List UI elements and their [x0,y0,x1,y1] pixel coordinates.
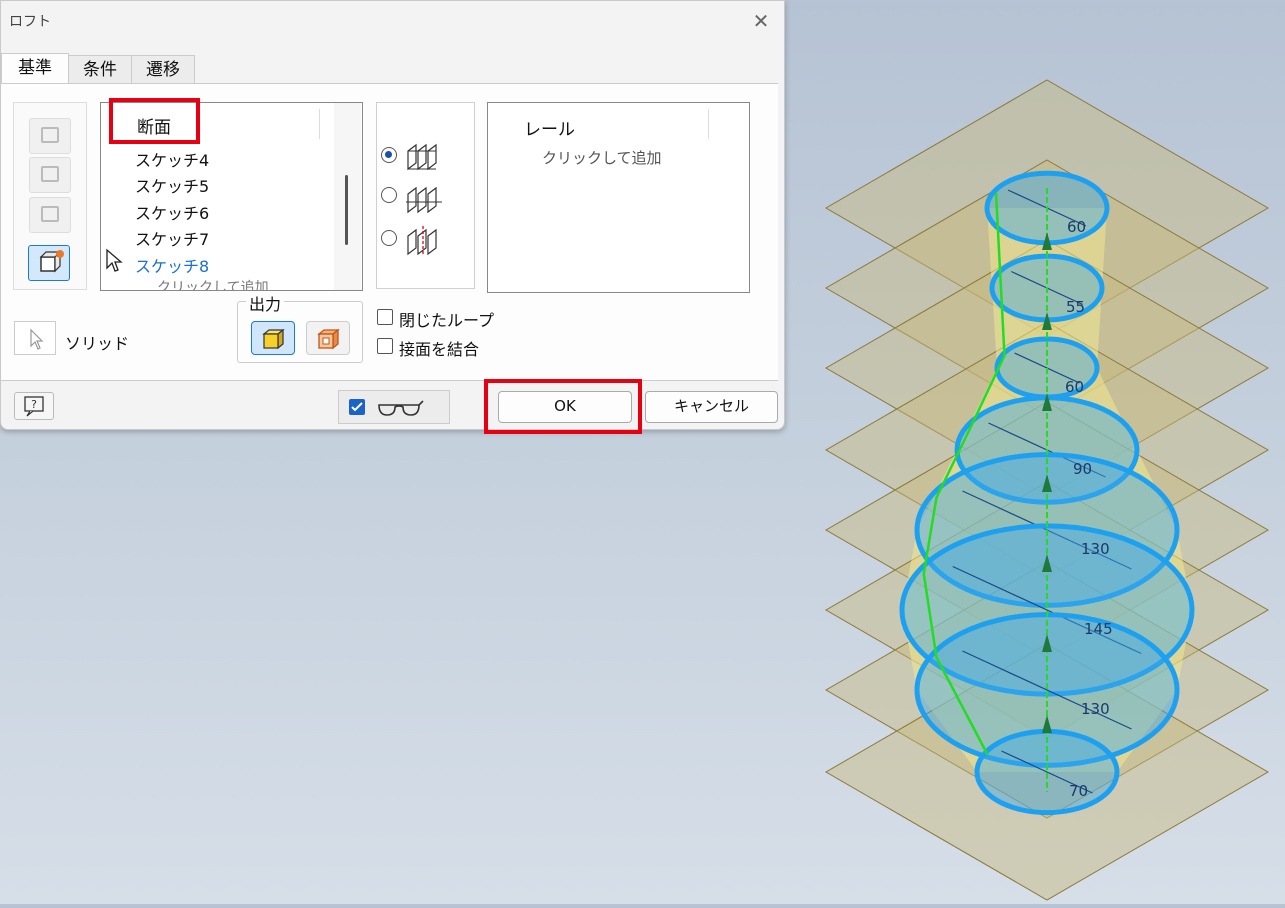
rails-add-hint[interactable]: クリックして追加 [542,147,662,168]
dimension-label: 130 [1081,540,1110,558]
tab-basis[interactable]: 基準 [1,53,69,84]
remove-icon [41,206,59,222]
help-button[interactable]: ? [14,392,54,420]
help-icon: ? [24,396,44,417]
dimension-label: 90 [1073,460,1092,478]
mode-centerline-radio[interactable] [381,230,397,246]
surface-output-icon [317,328,340,350]
list-item[interactable]: スケッチ7 [135,226,209,250]
ok-button-highlight [484,379,642,434]
move-up-button[interactable] [29,118,71,154]
move-down-icon [41,166,59,182]
scroll-thumb[interactable] [345,175,348,245]
solid-select-button[interactable] [14,321,56,355]
rails-list[interactable]: レール クリックして追加 [487,102,750,293]
mode-rails-radio[interactable] [381,187,397,203]
rails-header: レール [524,120,575,140]
mode-sections-radio[interactable] [381,147,397,163]
dimension-label: 70 [1069,782,1088,800]
sections-icon [407,143,437,171]
merge-tangent-checkbox[interactable] [377,338,393,354]
pointer-icon [30,328,44,350]
dialog-title: ロフト [9,14,51,30]
closed-loop-checkbox[interactable] [377,309,393,325]
output-solid-button[interactable] [251,321,295,355]
merge-tangent-label: 接面を結合 [399,340,480,359]
output-surface-button[interactable] [306,321,350,355]
solid-label: ソリッド [65,334,130,353]
list-item[interactable]: スケッチ8 [135,253,209,277]
move-up-icon [41,127,59,143]
svg-text:?: ? [31,398,37,411]
list-item[interactable]: スケッチ6 [135,200,209,224]
tab-transition[interactable]: 遷移 [131,55,195,84]
list-item[interactable]: スケッチ5 [135,173,209,197]
title-bar: ロフト ✕ [1,1,784,43]
check-icon [351,402,363,412]
cancel-button[interactable]: キャンセル [645,391,778,423]
center-line-icon [407,226,437,256]
add-section-icon [39,250,64,273]
loft-dialog: ロフト ✕ 基準 条件 遷移 断面 スケッチ4 スケッチ5 スケッチ6 スケッチ… [0,0,785,434]
dimension-label: 55 [1066,298,1085,316]
remove-section-button[interactable] [29,197,71,233]
dimension-label: 60 [1065,378,1084,396]
section-header-highlight [109,98,200,144]
tab-conditions[interactable]: 条件 [68,55,132,84]
add-section-button[interactable] [28,245,70,281]
sections-scrollbar[interactable] [334,103,361,290]
rails-icon [406,186,442,214]
preview-toggle[interactable] [338,390,450,424]
closed-loop-label: 閉じたループ [399,311,495,330]
glasses-icon [378,400,424,416]
dimension-label: 130 [1081,700,1110,718]
output-label: 出力 [246,291,285,315]
sections-add-hint[interactable]: クリックして追加 [157,277,269,290]
solid-output-icon [262,328,285,350]
mouse-cursor-icon [106,248,123,272]
dimension-label: 145 [1084,620,1113,638]
dimension-label: 60 [1067,218,1086,236]
list-item[interactable]: スケッチ4 [135,147,209,171]
close-icon[interactable]: ✕ [749,9,773,33]
preview-checkbox[interactable] [349,399,365,415]
move-down-button[interactable] [29,157,71,193]
